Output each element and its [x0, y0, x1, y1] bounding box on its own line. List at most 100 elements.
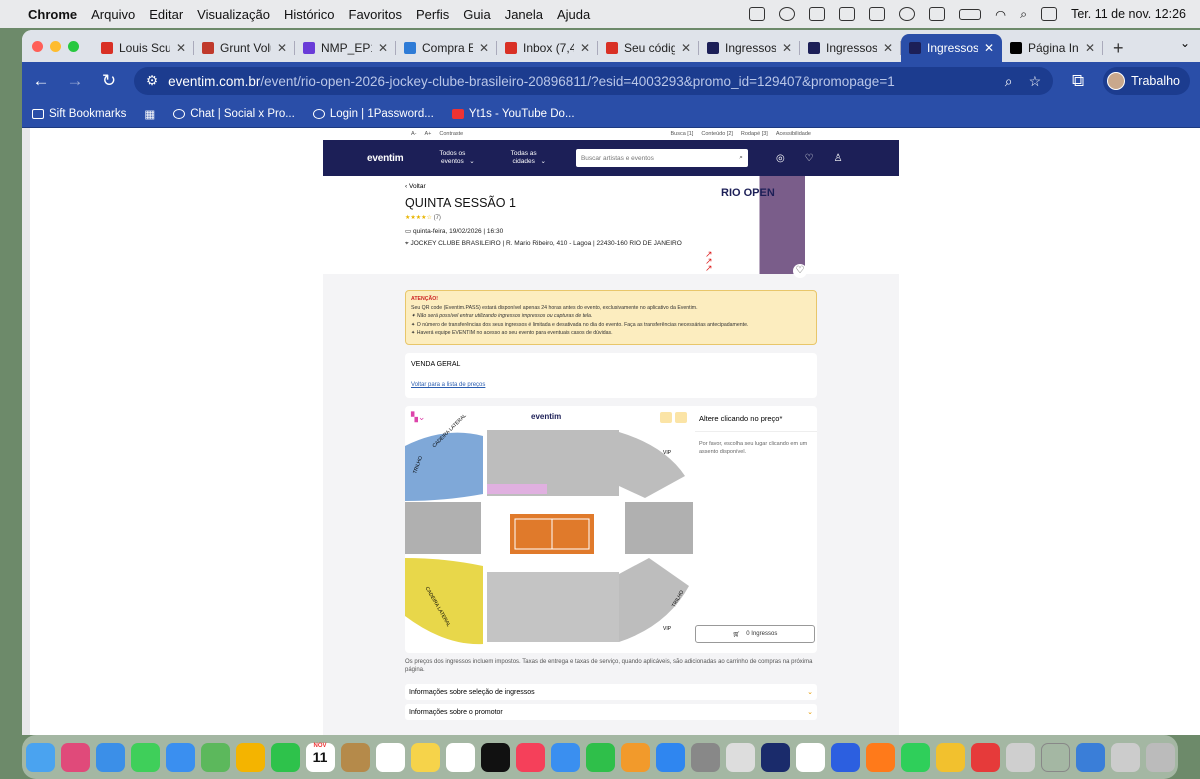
site-info-icon[interactable]: ⚙ — [146, 73, 158, 89]
apps-grid-icon[interactable]: ▦ — [144, 107, 155, 121]
back-link[interactable]: ‹ Voltar — [405, 183, 426, 190]
close-window-button[interactable] — [32, 40, 43, 52]
skip-content[interactable]: Conteúdo [2] — [701, 131, 733, 137]
tab-search-chevron-icon[interactable]: ⌄ — [1180, 36, 1190, 50]
bookmark-sift[interactable]: Sift Bookmarks — [32, 108, 126, 120]
close-tab-icon[interactable]: ✕ — [580, 41, 590, 55]
font-increase[interactable]: A+ — [425, 131, 432, 137]
menu-perfis[interactable]: Perfis — [416, 7, 449, 22]
chrome-icon[interactable] — [935, 742, 965, 772]
status-icon[interactable] — [869, 7, 886, 21]
extensions-icon[interactable]: ⧉ — [1069, 71, 1087, 91]
search-input[interactable]: Buscar artistas e eventos ⌕ — [575, 149, 748, 167]
menu-favoritos[interactable]: Favoritos — [349, 7, 402, 22]
menu-ajuda[interactable]: Ajuda — [557, 7, 590, 22]
skip-search[interactable]: Busca [1] — [670, 131, 693, 137]
search-icon[interactable]: ⌕ — [1020, 7, 1027, 22]
favorite-heart-icon[interactable]: ♡ — [793, 264, 807, 278]
status-icon[interactable] — [929, 7, 946, 21]
menu-arquivo[interactable]: Arquivo — [91, 7, 135, 22]
tab-7[interactable]: Ingressos ✕ — [699, 34, 800, 62]
account-icon[interactable]: ♙ — [834, 153, 843, 164]
tab-2[interactable]: Grunt Volu ✕ — [194, 34, 295, 62]
pages-icon[interactable] — [620, 742, 650, 772]
profile-button[interactable]: Trabalho — [1103, 67, 1190, 95]
bookmark-yt1s[interactable]: Yt1s - YouTube Do... — [451, 108, 575, 120]
control-center-icon[interactable] — [1041, 7, 1058, 21]
battery-icon[interactable] — [959, 8, 982, 20]
freeform-icon[interactable] — [445, 742, 475, 772]
back-to-prices-link[interactable]: Voltar para a lista de preços — [411, 382, 811, 388]
forward-arrow-icon[interactable]: → — [66, 71, 84, 91]
close-tab-icon[interactable]: ✕ — [378, 41, 388, 55]
keynote-icon[interactable] — [550, 742, 580, 772]
status-icon[interactable] — [809, 7, 826, 21]
system-settings-icon[interactable] — [690, 742, 720, 772]
clock[interactable]: Ter. 11 de nov. 12:26 — [1071, 7, 1186, 21]
menu-janela[interactable]: Janela — [505, 7, 543, 22]
creative-cloud-icon[interactable] — [970, 742, 1000, 772]
close-tab-icon[interactable]: ✕ — [681, 41, 691, 55]
status-icon[interactable] — [779, 7, 796, 21]
close-tab-icon[interactable]: ✕ — [984, 41, 994, 55]
skip-footer[interactable]: Rodapé [3] — [741, 131, 768, 137]
contrast-toggle[interactable]: Contraste — [439, 131, 463, 137]
app-icon[interactable] — [830, 742, 860, 772]
accessibility-link[interactable]: Acessibilidade — [776, 131, 811, 137]
tab-4[interactable]: Compra E ✕ — [396, 34, 497, 62]
launchpad-icon[interactable] — [60, 742, 90, 772]
minimize-window-button[interactable] — [50, 40, 61, 52]
close-tab-icon[interactable]: ✕ — [479, 41, 489, 55]
status-icon[interactable] — [899, 7, 916, 21]
bookmark-chat[interactable]: Chat | Social x Pro... — [173, 108, 295, 120]
safari-icon[interactable] — [95, 742, 125, 772]
help-icon[interactable] — [1040, 742, 1070, 772]
calendar-icon[interactable]: NOV 11 — [305, 742, 335, 772]
eventim-logo[interactable]: eventim — [367, 153, 404, 164]
menu-historico[interactable]: Histórico — [284, 7, 335, 22]
font-decrease[interactable]: A- — [411, 131, 417, 137]
close-tab-icon[interactable]: ✕ — [277, 41, 287, 55]
app-store-icon[interactable] — [655, 742, 685, 772]
app-icon[interactable] — [795, 742, 825, 772]
tab-10[interactable]: Página Ini ✕ — [1002, 34, 1103, 62]
menu-guia[interactable]: Guia — [463, 7, 490, 22]
bookmark-star-icon[interactable]: ☆ — [1029, 73, 1042, 90]
tv-icon[interactable] — [480, 742, 510, 772]
new-tab-button[interactable]: + — [1103, 34, 1134, 62]
tab-8[interactable]: Ingressos ✕ — [800, 34, 901, 62]
reload-icon[interactable]: ↻ — [100, 71, 118, 91]
close-tab-icon[interactable]: ✕ — [176, 41, 186, 55]
app-menu[interactable]: Chrome — [28, 7, 77, 22]
iphone-mirroring-icon[interactable] — [725, 742, 755, 772]
network-icon[interactable] — [1075, 742, 1105, 772]
notes-icon[interactable] — [410, 742, 440, 772]
tab-9[interactable]: Ingressos ✕ — [901, 34, 1002, 62]
printer-icon[interactable] — [1005, 742, 1035, 772]
facetime-icon[interactable] — [270, 742, 300, 772]
nav-all-cities[interactable]: Todas as cidades ⌄ — [509, 150, 546, 166]
tab-3[interactable]: NMP_EP12 ✕ — [295, 34, 396, 62]
wifi-icon[interactable]: ◠ — [995, 7, 1006, 22]
finder-icon[interactable] — [25, 742, 55, 772]
numbers-icon[interactable] — [585, 742, 615, 772]
whatsapp-icon[interactable] — [900, 742, 930, 772]
maps-icon[interactable] — [200, 742, 230, 772]
menu-visualizacao[interactable]: Visualização — [197, 7, 270, 22]
contacts-icon[interactable] — [340, 742, 370, 772]
bookmark-1password[interactable]: Login | 1Password... — [312, 108, 434, 120]
music-icon[interactable] — [515, 742, 545, 772]
reminders-icon[interactable] — [375, 742, 405, 772]
tab-6[interactable]: Seu códig ✕ — [598, 34, 699, 62]
app-icon[interactable] — [1110, 742, 1140, 772]
status-icon[interactable] — [749, 7, 766, 21]
globe-icon[interactable]: ◎ — [776, 153, 785, 164]
menu-editar[interactable]: Editar — [149, 7, 183, 22]
rating-stars[interactable]: ★★★★☆ (7) — [405, 214, 441, 221]
messages-icon[interactable] — [130, 742, 160, 772]
close-tab-icon[interactable]: ✕ — [883, 41, 893, 55]
close-tab-icon[interactable]: ✕ — [782, 41, 792, 55]
mail-icon[interactable] — [165, 742, 195, 772]
search-icon[interactable]: ⌕ — [739, 154, 743, 162]
close-tab-icon[interactable]: ✕ — [1085, 41, 1095, 55]
